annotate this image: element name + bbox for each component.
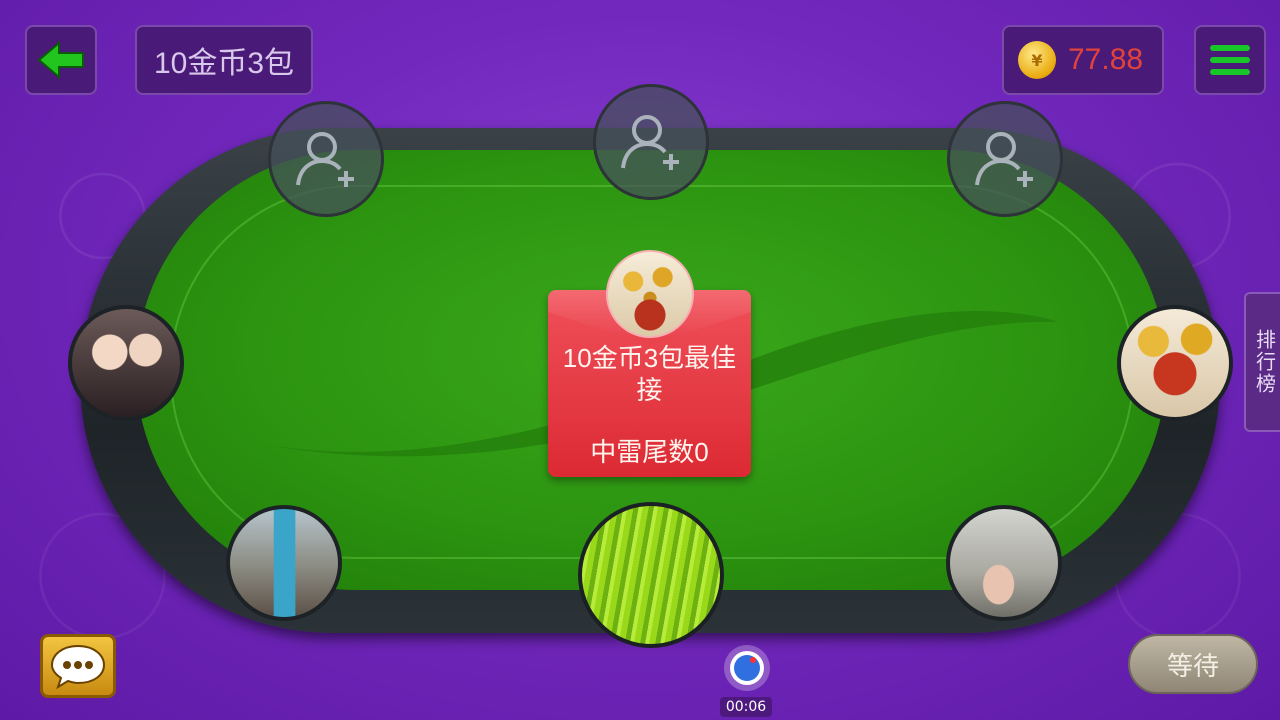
- player-avatar[interactable]: [1117, 305, 1233, 421]
- leaderboard-tab[interactable]: 排行榜: [1244, 292, 1280, 432]
- chat-button[interactable]: [40, 634, 116, 698]
- record-timer: 00:06: [720, 697, 772, 717]
- coin-balance-panel: ¥ 77.88: [1002, 25, 1164, 95]
- empty-seat[interactable]: [268, 101, 384, 217]
- packet-sender-avatar: [606, 250, 694, 338]
- coin-balance: 77.88: [1068, 43, 1144, 76]
- back-button[interactable]: [25, 25, 97, 95]
- hamburger-menu-icon: [1210, 45, 1250, 51]
- add-user-icon: [975, 132, 1033, 187]
- wait-button[interactable]: 等待: [1128, 634, 1258, 694]
- record-button[interactable]: [724, 645, 770, 691]
- player-avatar[interactable]: [226, 505, 342, 621]
- room-label: 10金币3包: [153, 47, 295, 80]
- player-avatar[interactable]: [68, 305, 184, 421]
- empty-seat[interactable]: [947, 101, 1063, 217]
- gold-coin-icon: ¥: [1018, 41, 1056, 79]
- empty-seat[interactable]: [593, 84, 709, 200]
- add-user-icon: [621, 115, 679, 170]
- red-packet-subtitle: 中雷尾数0: [590, 437, 709, 467]
- my-avatar[interactable]: [578, 502, 724, 648]
- arrow-left-icon: [37, 41, 84, 79]
- red-packet-title: 10金币3包最佳接: [562, 343, 737, 405]
- record-icon: [730, 651, 764, 685]
- player-avatar[interactable]: [946, 505, 1062, 621]
- chat-bubble-icon: [50, 644, 106, 689]
- room-title: 10金币3包: [135, 25, 313, 95]
- add-user-icon: [296, 132, 354, 187]
- menu-button[interactable]: [1194, 25, 1266, 95]
